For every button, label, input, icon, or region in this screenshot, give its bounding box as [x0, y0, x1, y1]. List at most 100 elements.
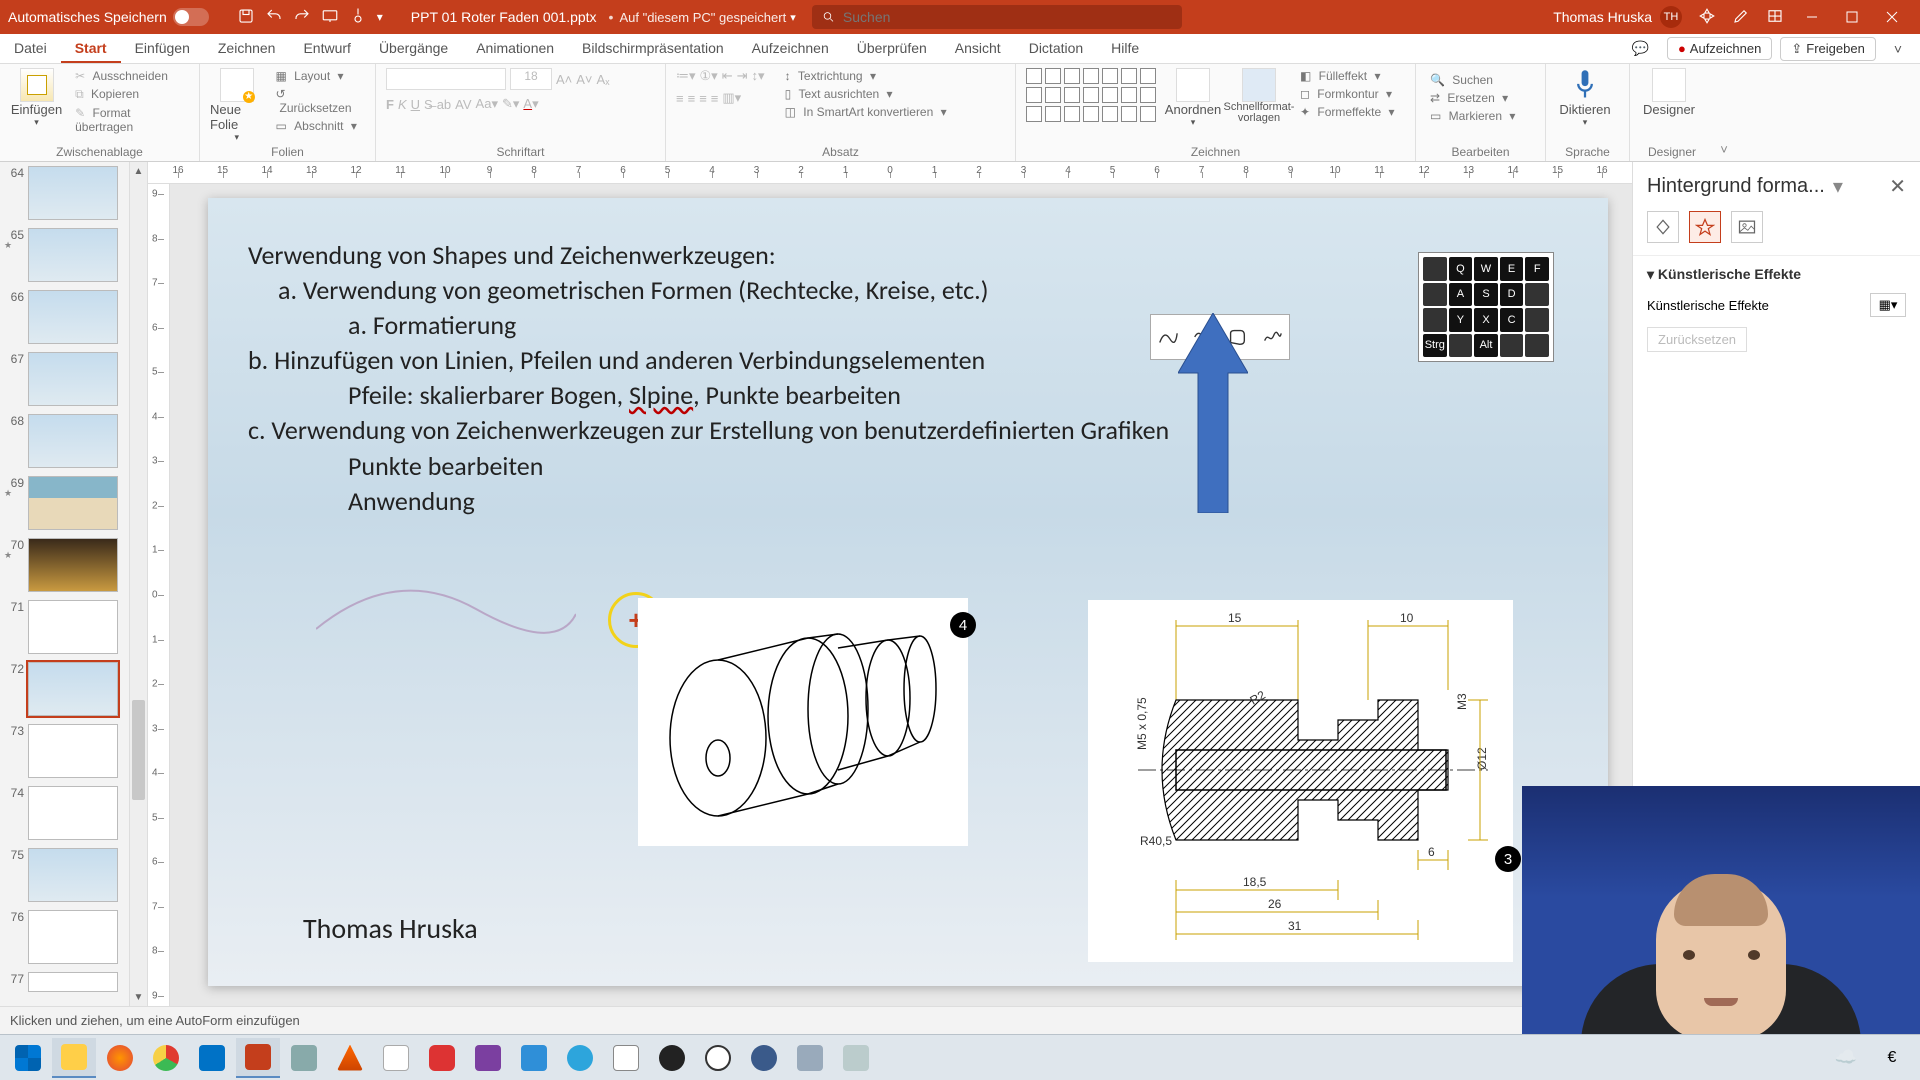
tab-view[interactable]: Ansicht [941, 34, 1015, 63]
redo-icon[interactable] [293, 7, 311, 28]
tray-more[interactable]: € [1870, 1038, 1914, 1078]
layout-button[interactable]: ▦ Layout ▾ [271, 68, 365, 84]
maximize-button[interactable] [1832, 0, 1872, 34]
powerpoint-taskbar-icon[interactable] [236, 1038, 280, 1078]
vscode-taskbar-icon[interactable] [512, 1038, 556, 1078]
slide-thumb-73[interactable]: 73 [0, 720, 147, 782]
record-button[interactable]: ●Aufzeichnen [1667, 37, 1772, 60]
pane-options-icon[interactable]: ▾ [1833, 174, 1843, 199]
slide-canvas-area[interactable]: Verwendung von Shapes und Zeichenwerkzeu… [170, 184, 1632, 1006]
app-taskbar-icon-5[interactable] [696, 1038, 740, 1078]
search-box[interactable] [812, 5, 1182, 29]
save-location[interactable]: Auf "diesem PC" gespeichert [619, 10, 786, 25]
start-button[interactable] [6, 1038, 50, 1078]
tab-home[interactable]: Start [61, 34, 121, 63]
touch-mode-icon[interactable] [349, 7, 367, 28]
pane-close-icon[interactable]: ✕ [1889, 174, 1906, 199]
tab-animations[interactable]: Animationen [462, 34, 568, 63]
chrome-taskbar-icon[interactable] [144, 1038, 188, 1078]
shape-effects-button[interactable]: ✦ Formeffekte ▾ [1296, 104, 1399, 120]
drawn-spline[interactable] [316, 574, 576, 634]
fill-tab-icon[interactable] [1647, 211, 1679, 243]
scroll-handle[interactable] [132, 700, 145, 800]
account-button[interactable]: Thomas Hruska TH [1553, 6, 1682, 28]
slide-thumb-70[interactable]: 70★ [0, 534, 147, 596]
close-button[interactable] [1872, 0, 1912, 34]
slide-thumb-77[interactable]: 77 [0, 968, 147, 996]
designer-button[interactable]: Designer [1640, 68, 1698, 117]
slide-thumb-66[interactable]: 66 [0, 286, 147, 348]
replace-button[interactable]: ⇄ Ersetzen ▾ [1426, 90, 1535, 106]
tab-slideshow[interactable]: Bildschirmpräsentation [568, 34, 738, 63]
app-taskbar-icon-1[interactable] [282, 1038, 326, 1078]
thumbs-scrollbar[interactable]: ▲ ▼ [129, 162, 147, 1006]
app-taskbar-icon-7[interactable] [788, 1038, 832, 1078]
app-taskbar-icon-6[interactable] [742, 1038, 786, 1078]
slide-thumb-65[interactable]: 65★ [0, 224, 147, 286]
explorer-taskbar-icon[interactable] [52, 1038, 96, 1078]
arrow-shape[interactable] [1178, 313, 1248, 513]
picture-tab-icon[interactable] [1731, 211, 1763, 243]
scroll-down-icon[interactable]: ▼ [130, 988, 147, 1006]
app-taskbar-icon-4[interactable] [604, 1038, 648, 1078]
scroll-track[interactable] [130, 180, 147, 988]
share-button[interactable]: ⇪Freigeben [1780, 37, 1875, 61]
slide-thumb-64[interactable]: 64 [0, 162, 147, 224]
slide[interactable]: Verwendung von Shapes und Zeichenwerkzeu… [208, 198, 1608, 986]
save-icon[interactable] [237, 7, 255, 28]
section-button[interactable]: ▭ Abschnitt ▾ [271, 118, 365, 134]
horizontal-ruler[interactable]: 1615141312111098765432101234567891011121… [148, 162, 1632, 184]
app-taskbar-icon-8[interactable] [834, 1038, 878, 1078]
telegram-taskbar-icon[interactable] [558, 1038, 602, 1078]
slide-thumb-68[interactable]: 68 [0, 410, 147, 472]
slideshow-start-icon[interactable] [321, 7, 339, 28]
app-taskbar-icon-2[interactable] [374, 1038, 418, 1078]
tab-record[interactable]: Aufzeichnen [738, 34, 843, 63]
dictate-button[interactable]: Diktieren▾ [1556, 68, 1614, 128]
slide-text-content[interactable]: Verwendung von Shapes und Zeichenwerkzeu… [248, 238, 1208, 519]
qat-more-icon[interactable]: ▾ [377, 10, 383, 24]
artistic-effects-picker[interactable]: ▦▾ [1870, 293, 1906, 317]
tab-transitions[interactable]: Übergänge [365, 34, 462, 63]
reset-button[interactable]: ↺ Zurücksetzen [271, 86, 365, 116]
paste-button[interactable]: Einfügen ▾ [10, 68, 63, 128]
scroll-up-icon[interactable]: ▲ [130, 162, 147, 180]
tab-file[interactable]: Datei [0, 34, 61, 63]
minimize-button[interactable] [1792, 0, 1832, 34]
slide-thumb-76[interactable]: 76 [0, 906, 147, 968]
comments-icon[interactable]: 💬 [1622, 34, 1659, 63]
tab-design[interactable]: Entwurf [289, 34, 364, 63]
doc-dropdown-icon[interactable]: ▾ [790, 11, 796, 24]
ribbon-expand-icon[interactable]: ˅ [1714, 64, 1734, 161]
technical-drawing-2d[interactable]: 15 10 M5 x 0,75 M3 Ø12 [1088, 600, 1513, 962]
new-slide-button[interactable]: ★ Neue Folie ▾ [210, 68, 263, 143]
search-input[interactable] [843, 9, 1172, 25]
slide-thumb-71[interactable]: 71 [0, 596, 147, 658]
technical-drawing-3d[interactable]: 4 [638, 598, 968, 846]
slide-thumb-74[interactable]: 74 [0, 782, 147, 844]
slide-thumb-67[interactable]: 67 [0, 348, 147, 410]
slide-author[interactable]: Thomas Hruska [303, 911, 478, 946]
firefox-taskbar-icon[interactable] [98, 1038, 142, 1078]
quick-styles-button[interactable]: Schnellformat-vorlagen [1230, 68, 1288, 124]
app-taskbar-icon-3[interactable] [420, 1038, 464, 1078]
tab-dictation[interactable]: Dictation [1015, 34, 1097, 63]
select-button[interactable]: ▭ Markieren ▾ [1426, 108, 1535, 124]
effects-tab-icon[interactable] [1689, 211, 1721, 243]
vertical-ruler[interactable]: 9876543210123456789 [148, 184, 170, 1006]
tab-review[interactable]: Überprüfen [843, 34, 941, 63]
outlook-taskbar-icon[interactable] [190, 1038, 234, 1078]
slide-thumb-75[interactable]: 75 [0, 844, 147, 906]
autosave-toggle[interactable]: Automatisches Speichern [8, 8, 209, 26]
obs-taskbar-icon[interactable] [650, 1038, 694, 1078]
onenote-taskbar-icon[interactable] [466, 1038, 510, 1078]
weather-tray-icon[interactable]: ☁️ [1824, 1038, 1868, 1078]
slide-thumb-69[interactable]: 69★ [0, 472, 147, 534]
arrange-button[interactable]: Anordnen▾ [1164, 68, 1222, 128]
tab-draw[interactable]: Zeichnen [204, 34, 290, 63]
tab-insert[interactable]: Einfügen [121, 34, 204, 63]
collapse-ribbon-icon[interactable]: ˅ [1884, 35, 1912, 63]
app-indicator-icon[interactable] [1698, 7, 1716, 28]
tab-help[interactable]: Hilfe [1097, 34, 1153, 63]
slide-thumb-72[interactable]: 72 [0, 658, 147, 720]
